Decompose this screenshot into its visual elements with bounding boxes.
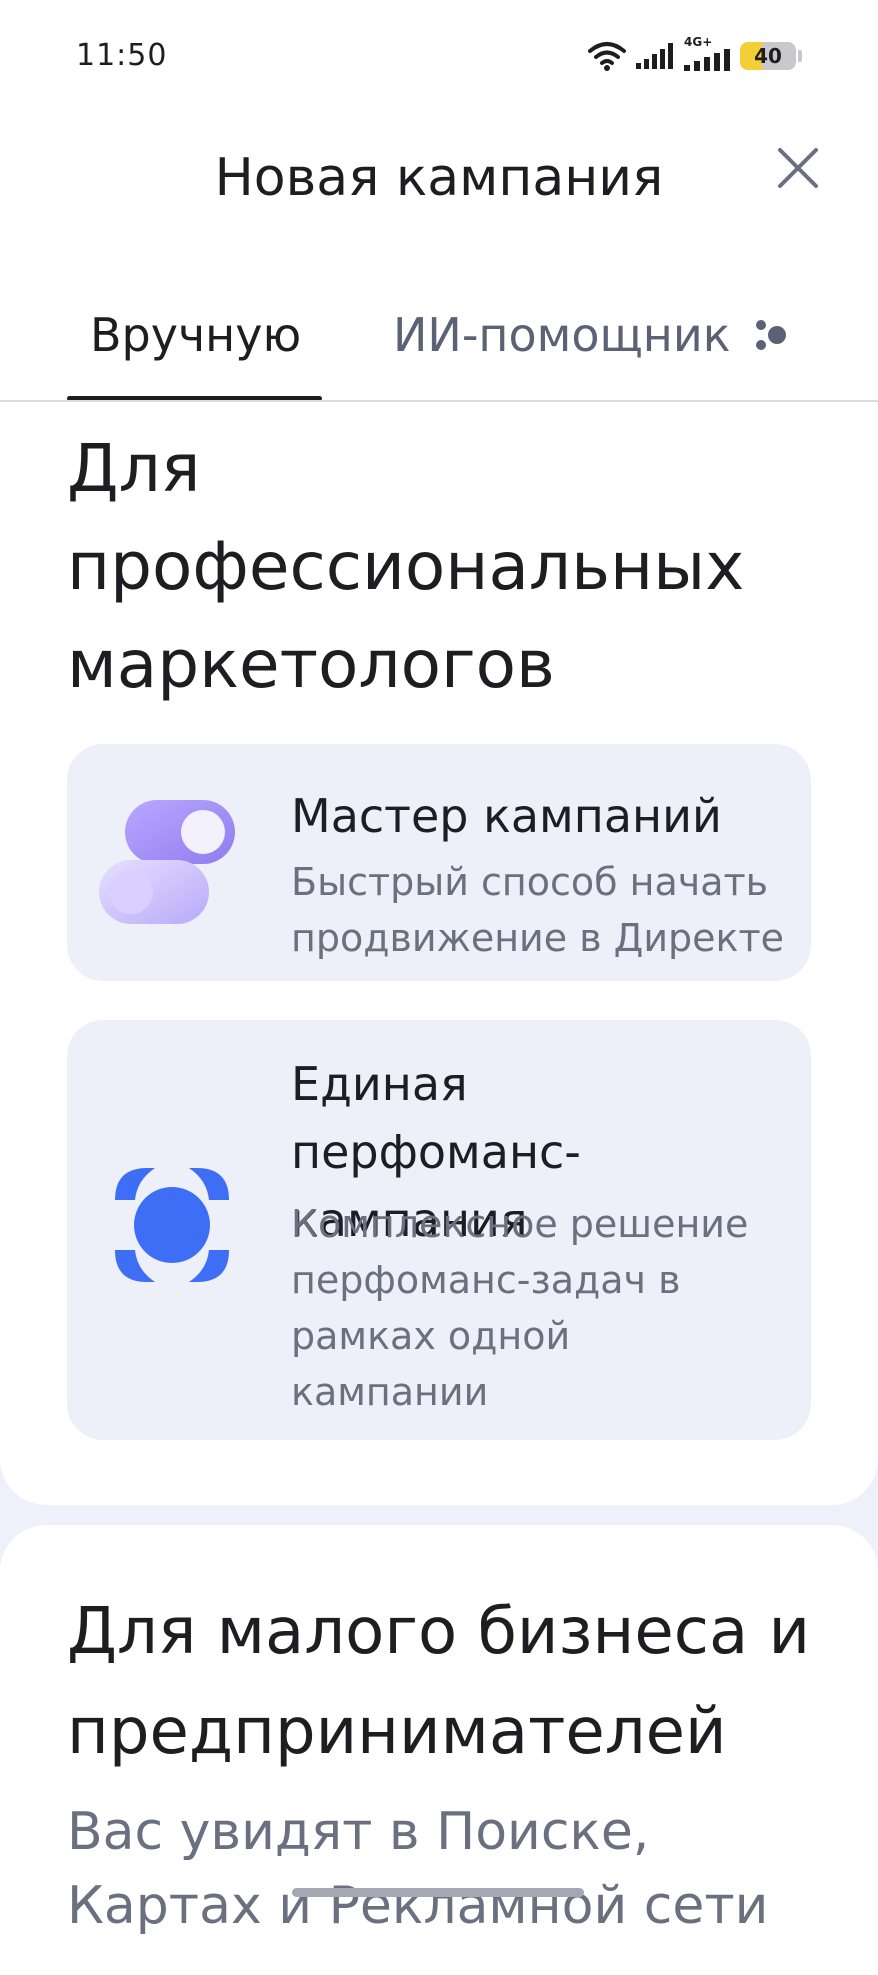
card-unified-performance[interactable]: Единая перфоманс-кампания Комплексное ре… <box>67 1020 811 1440</box>
card-description: Комплексное решение перфоманс-задач в ра… <box>291 1202 749 1414</box>
tab-ai-label: ИИ-помощник <box>393 308 731 362</box>
tab-manual[interactable]: Вручную <box>90 308 301 362</box>
battery-cap <box>798 50 802 62</box>
network-label: 4G+ <box>684 35 713 49</box>
status-bar: 11:50 4G+ 40 <box>0 0 878 110</box>
network-type: 4G+ <box>684 35 730 71</box>
card-description: Быстрый способ начать продвижение в Дире… <box>291 860 785 960</box>
wifi-icon <box>588 42 626 71</box>
tab-bar: Вручную ИИ-помощник <box>0 290 878 402</box>
tab-ai-assistant[interactable]: ИИ-помощник <box>393 308 789 362</box>
card-campaign-master[interactable]: Мастер кампаний Быстрый способ начать пр… <box>67 744 811 981</box>
card-title: Мастер кампаний <box>291 789 722 843</box>
status-icons: 4G+ 40 <box>588 35 802 74</box>
target-focus-icon <box>115 1168 229 1282</box>
status-time: 11:50 <box>76 38 168 73</box>
section-pro-title: Для профессиональных маркетологов <box>67 430 745 703</box>
section-small-business-subtitle: Вас увидят в Поиске, Картах и Рекламной … <box>67 1802 769 1936</box>
battery-level: 40 <box>754 44 782 68</box>
close-icon <box>778 148 818 188</box>
toggle-switches-icon <box>99 800 235 924</box>
signal-icon <box>636 43 673 69</box>
ai-dots-icon <box>755 320 786 350</box>
page-title: Новая кампания <box>214 148 664 208</box>
battery-indicator: 40 <box>740 42 796 70</box>
close-button[interactable] <box>770 140 826 196</box>
tabs-divider <box>0 400 878 402</box>
section-small-business-title: Для малого бизнеса и предпринимателей <box>67 1595 811 1769</box>
tab-manual-label: Вручную <box>90 308 302 362</box>
signal-icon-2 <box>684 49 730 71</box>
home-indicator <box>292 1888 584 1897</box>
